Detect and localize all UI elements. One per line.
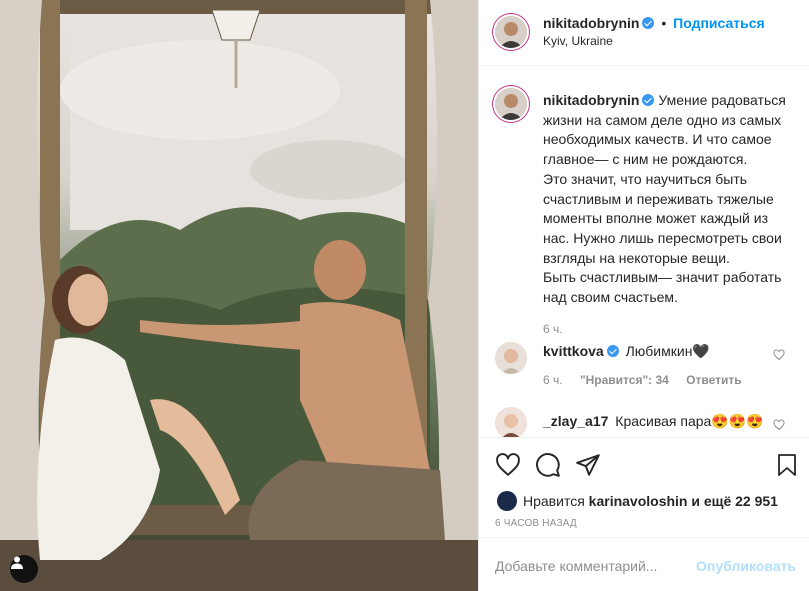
likes-prefix: Нравится — [523, 493, 585, 509]
caption-body: Умение радоваться жизни на самом деле од… — [543, 92, 786, 306]
header-title-row: nikitadobrynin • Подписаться — [543, 15, 765, 31]
likes-others[interactable]: и ещё 22 951 — [691, 493, 778, 509]
avatar-image — [495, 407, 527, 437]
comment-like-heart-icon[interactable] — [773, 419, 785, 431]
comment-time[interactable]: 6 ч. — [543, 373, 563, 387]
comment-meta: 6 ч. "Нравится": 34 Ответить — [543, 373, 742, 387]
verified-badge-icon — [642, 17, 655, 29]
verified-badge-icon — [606, 345, 619, 357]
commenter-avatar[interactable] — [495, 342, 527, 374]
comment-input[interactable] — [495, 556, 695, 576]
likes-summary: Нравится karinavoloshin и ещё 22 951 — [497, 491, 778, 511]
photo-illustration — [0, 0, 478, 591]
comment-author[interactable]: kvittkova — [543, 343, 604, 359]
comment-icon[interactable] — [535, 452, 561, 478]
comment-body: _zlay_a17 Красивая пара😍😍😍 — [543, 413, 764, 430]
verified-badge-icon — [642, 94, 655, 106]
share-icon[interactable] — [575, 452, 601, 478]
caption-author[interactable]: nikitadobrynin — [543, 92, 639, 108]
post-header: nikitadobrynin • Подписаться Kyiv, Ukrai… — [479, 0, 809, 66]
avatar-image — [495, 16, 527, 48]
comment-like-heart-icon[interactable] — [773, 349, 785, 361]
caption: nikitadobrynin Умение радоваться жизни н… — [543, 91, 795, 339]
follow-button[interactable]: Подписаться — [673, 15, 765, 31]
comment-likes-count[interactable]: "Нравится": 34 — [580, 373, 669, 387]
caption-author-avatar[interactable] — [495, 88, 527, 120]
avatar-image — [495, 88, 527, 120]
post-photo[interactable] — [0, 0, 478, 591]
comments-section[interactable]: nikitadobrynin Умение радоваться жизни н… — [479, 67, 809, 437]
post-actions: Нравится karinavoloshin и ещё 22 951 6 Ч… — [479, 437, 809, 537]
avatar-image — [495, 342, 527, 374]
user-tag-icon — [11, 556, 23, 569]
post-timestamp[interactable]: 6 ЧАСОВ НАЗАД — [495, 518, 577, 529]
comment-item: _zlay_a17 Красивая пара😍😍😍 — [479, 405, 809, 437]
dot-separator: • — [661, 15, 667, 31]
author-username[interactable]: nikitadobrynin — [543, 15, 639, 31]
comment-body: kvittkova Любимкин🖤 — [543, 343, 710, 360]
comment-author[interactable]: _zlay_a17 — [543, 413, 608, 429]
tagged-users-button[interactable] — [10, 555, 38, 583]
comment-item: kvittkova Любимкин🖤 6 ч. "Нравится": 34 … — [479, 337, 809, 397]
liker-avatar[interactable] — [497, 491, 517, 511]
publish-button[interactable]: Опубликовать — [696, 558, 796, 574]
reply-button[interactable]: Ответить — [686, 373, 741, 387]
post-side-panel: nikitadobrynin • Подписаться Kyiv, Ukrai… — [478, 0, 809, 591]
liker-username[interactable]: karinavoloshin — [589, 493, 688, 509]
post-location[interactable]: Kyiv, Ukraine — [543, 34, 613, 48]
add-comment-bar: Опубликовать — [479, 537, 809, 591]
author-avatar[interactable] — [495, 16, 527, 48]
heart-icon[interactable] — [495, 452, 521, 478]
commenter-avatar[interactable] — [495, 407, 527, 437]
bookmark-icon[interactable] — [775, 452, 799, 478]
comment-text: Любимкин🖤 — [625, 343, 710, 359]
comment-text: Красивая пара😍😍😍 — [615, 413, 764, 429]
